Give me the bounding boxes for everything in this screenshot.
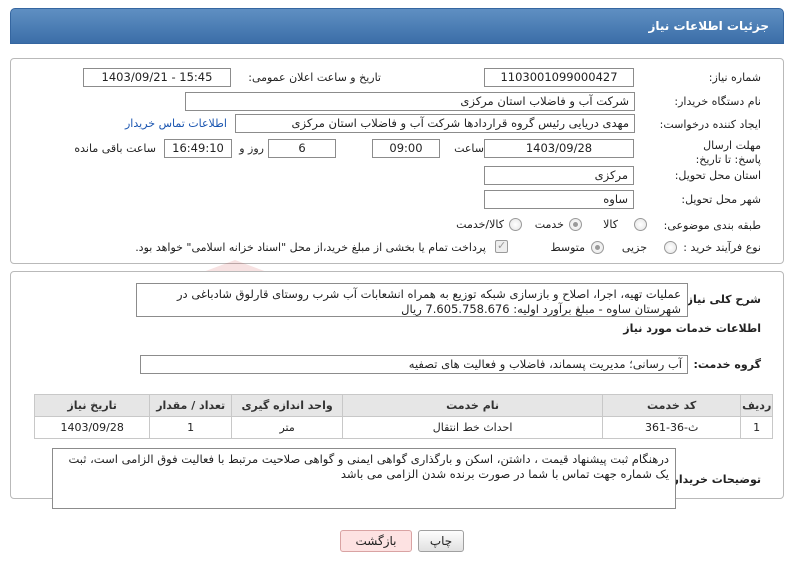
category-radio-service[interactable]	[569, 218, 582, 231]
col-quantity: تعداد / مقدار	[149, 394, 233, 417]
category-radio-goods-service[interactable]	[509, 218, 522, 231]
general-desc-box: عملیات تهیه، اجرا، اصلاح و بازسازی شبکه …	[136, 283, 688, 317]
print-button[interactable]: چاپ	[418, 530, 464, 552]
process-radio-minor[interactable]	[664, 241, 677, 254]
city-label: شهر محل تحویل:	[681, 193, 761, 206]
days-remaining-field: 6	[268, 139, 336, 158]
buyer-notes-label: توضیحات خریدار:	[668, 473, 761, 486]
treasury-payment-note: پرداخت تمام یا بخشی از مبلغ خرید،از محل …	[135, 241, 486, 254]
services-table: ردیف کد خدمت نام خدمت واحد اندازه گیری ت…	[33, 394, 773, 439]
need-number-label: شماره نیاز:	[708, 71, 761, 84]
deadline-time-field: 09:00	[372, 139, 440, 158]
category-radio-goods[interactable]	[634, 218, 647, 231]
col-row-number: ردیف	[740, 394, 773, 417]
buyer-contact-link[interactable]: اطلاعات تماس خریدار	[125, 117, 227, 130]
table-row: 1 ث-36-361 احداث خط انتقال متر 1 1403/09…	[33, 416, 773, 439]
service-group-field: آب رسانی؛ مدیریت پسماند، فاضلاب و فعالیت…	[140, 355, 688, 374]
col-unit: واحد اندازه گیری	[231, 394, 344, 417]
back-button[interactable]: بازگشت	[340, 530, 412, 552]
page-title-bar: جزئیات اطلاعات نیاز	[10, 8, 784, 44]
creator-label: ایجاد کننده درخواست:	[659, 118, 761, 131]
category-option-service: خدمت	[534, 218, 564, 231]
col-need-date: تاریخ نیاز	[33, 394, 151, 417]
remaining-label: ساعت باقی مانده	[74, 142, 156, 155]
deadline-date-field: 1403/09/28	[484, 139, 634, 158]
cell-service-code: ث-36-361	[602, 416, 742, 439]
general-desc-label: شرح کلی نیاز:	[682, 293, 761, 306]
treasury-payment-checkbox[interactable]	[495, 239, 508, 253]
buyer-org-field: شرکت آب و فاضلاب استان مرکزی	[185, 92, 635, 111]
col-service-code: کد خدمت	[602, 394, 742, 417]
process-option-minor: جزیی	[621, 241, 647, 254]
buyer-org-label: نام دستگاه خریدار:	[674, 95, 761, 108]
cell-row-number: 1	[740, 416, 773, 439]
category-option-goods: کالا	[603, 218, 618, 231]
cell-quantity: 1	[149, 416, 233, 439]
cell-unit: متر	[231, 416, 344, 439]
category-label: طبقه بندی موضوعی:	[663, 219, 761, 232]
cell-need-date: 1403/09/28	[33, 416, 151, 439]
announce-datetime-label: تاریخ و ساعت اعلان عمومی:	[248, 71, 381, 84]
service-group-label: گروه خدمت:	[693, 358, 761, 371]
buyer-notes-box: درهنگام ثبت پیشنهاد قیمت ، داشتن، اسکن و…	[52, 448, 676, 509]
need-info-panel	[10, 58, 784, 264]
deadline-time-label: ساعت	[454, 142, 484, 155]
time-remaining-field: 16:49:10	[164, 139, 232, 158]
services-info-heading: اطلاعات خدمات مورد نیاز	[623, 322, 761, 335]
city-field: ساوه	[484, 190, 634, 209]
need-number-field: 1103001099000427	[484, 68, 634, 87]
process-radio-medium[interactable]	[591, 241, 604, 254]
creator-field: مهدی دریایی رئیس گروه قراردادها شرکت آب …	[235, 114, 635, 133]
deadline-label: مهلت ارسال پاسخ: تا تاریخ:	[695, 139, 761, 166]
col-service-name: نام خدمت	[342, 394, 604, 417]
page-title: جزئیات اطلاعات نیاز	[648, 19, 769, 33]
services-table-header: ردیف کد خدمت نام خدمت واحد اندازه گیری ت…	[33, 394, 773, 417]
cell-service-name: احداث خط انتقال	[342, 416, 604, 439]
process-option-medium: متوسط	[550, 241, 585, 254]
province-field: مرکزی	[484, 166, 634, 185]
days-label: روز و	[239, 142, 264, 155]
process-type-label: نوع فرآیند خرید :	[683, 241, 761, 254]
announce-datetime-field: 1403/09/21 - 15:45	[83, 68, 231, 87]
province-label: استان محل تحویل:	[674, 169, 761, 182]
category-option-goods-service: کالا/خدمت	[456, 218, 504, 231]
